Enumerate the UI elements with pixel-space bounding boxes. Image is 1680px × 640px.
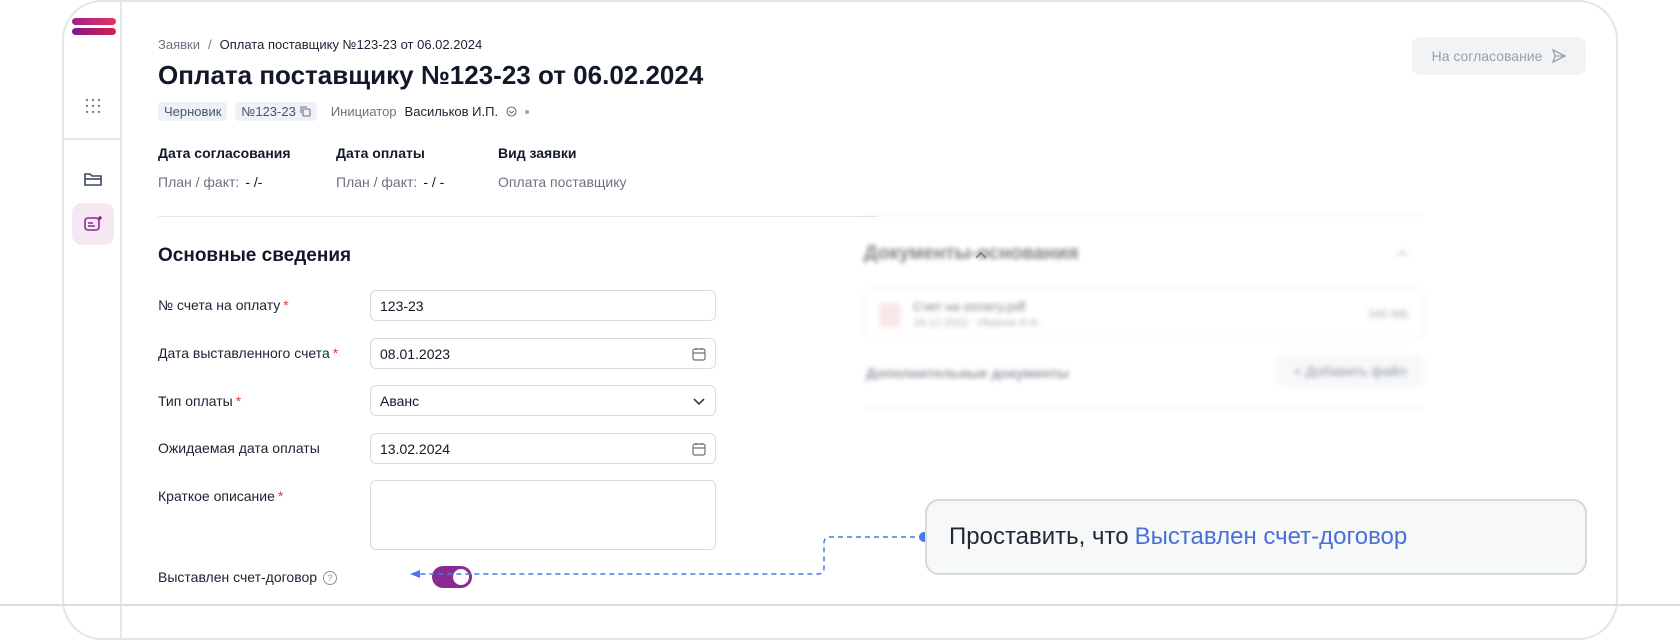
approval-date-value: - /-	[245, 174, 263, 190]
initiator-name: Васильков И.П.	[404, 104, 499, 119]
documents-divider	[864, 214, 1424, 215]
payment-date-block: Дата оплаты План / факт: - / -	[336, 145, 444, 190]
send-for-approval-button[interactable]: На согласование	[1412, 37, 1586, 75]
invoice-date-input[interactable]: 08.01.2023	[370, 338, 716, 369]
hint-tooltip: Проставить, что Выставлен счет-договор	[925, 499, 1587, 575]
invoice-date-label: Дата выставленного счета *	[158, 345, 339, 361]
calendar-icon[interactable]	[692, 442, 706, 456]
document-name: Счет на оплату.pdf	[913, 299, 1026, 314]
sidebar-divider	[64, 138, 120, 140]
chevron-down-icon	[693, 397, 705, 405]
document-card[interactable]: Счет на оплату.pdf 18.12.2022 · Иванов И…	[864, 288, 1424, 340]
tooltip-highlight: Выставлен счет-договор	[1134, 523, 1408, 550]
breadcrumb-separator: /	[207, 37, 212, 52]
chevron-up-icon[interactable]	[1394, 246, 1410, 262]
invoice-number-label: № счета на оплату *	[158, 297, 289, 313]
request-type-label: Вид заявки	[498, 145, 577, 161]
breadcrumb-root[interactable]: Заявки	[158, 37, 200, 52]
requests-icon[interactable]	[72, 203, 114, 245]
description-textarea[interactable]	[370, 480, 716, 550]
tooltip-prefix: Проставить, что	[949, 523, 1129, 550]
request-type-value: Оплата поставщику	[498, 174, 627, 190]
expected-date-input[interactable]: 13.02.2024	[370, 433, 716, 464]
copy-icon[interactable]	[300, 106, 311, 117]
main-info-title: Основные сведения	[158, 245, 352, 266]
status-badge: Черновик	[158, 102, 228, 121]
sidebar	[64, 2, 122, 638]
payment-date-plan-fact: План / факт:	[336, 174, 418, 190]
approval-date-block: Дата согласования План / факт: - /-	[158, 145, 291, 190]
additional-documents-toggle[interactable]: Дополнительные документы	[866, 365, 1069, 381]
brand-logo	[72, 18, 116, 36]
toggle-knob	[453, 569, 469, 585]
expected-date-label: Ожидаемая дата оплаты	[158, 440, 320, 456]
folder-icon[interactable]	[72, 158, 114, 200]
request-meta: Черновик №123-23 Инициатор Васильков И.П…	[158, 102, 530, 121]
send-icon	[1552, 49, 1567, 63]
breadcrumb-current: Оплата поставщику №123-23 от 06.02.2024	[219, 37, 483, 52]
documents-bottom-divider	[864, 408, 1424, 409]
payment-date-label: Дата оплаты	[336, 145, 425, 161]
page-title: Оплата поставщику №123-23 от 06.02.2024	[158, 60, 704, 90]
pdf-icon	[879, 303, 901, 327]
document-meta: 18.12.2022 · Иванов И.И.	[913, 317, 1041, 329]
payment-type-select[interactable]: Аванс	[370, 385, 716, 416]
breadcrumb: Заявки / Оплата поставщику №123-23 от 06.0…	[158, 37, 482, 52]
calendar-icon[interactable]	[692, 347, 706, 361]
invoice-contract-label: Выставлен счет-договор?	[158, 569, 338, 586]
help-icon[interactable]: ?	[323, 571, 338, 586]
apps-grid-icon[interactable]	[72, 85, 114, 127]
mail-icon[interactable]	[506, 106, 517, 117]
initiator-label: Инициатор	[330, 104, 397, 119]
add-file-button[interactable]: + Добавить файл	[1276, 355, 1424, 387]
number-badge[interactable]: №123-23	[235, 102, 317, 121]
online-dot	[525, 109, 530, 114]
request-type-block: Вид заявки Оплата поставщику	[498, 145, 627, 190]
invoice-number-input[interactable]: 123-23	[370, 290, 716, 321]
document-size: 345 МБ	[1367, 307, 1409, 321]
invoice-contract-toggle[interactable]	[432, 566, 472, 588]
documents-panel: Документы-основания Счет на оплату.pdf 1…	[864, 210, 1424, 420]
description-label: Краткое описание *	[158, 488, 284, 504]
payment-type-label: Тип оплаты *	[158, 393, 242, 409]
payment-date-value: - / -	[423, 174, 445, 190]
approval-date-plan-fact: План / факт:	[158, 174, 240, 190]
section-divider	[158, 216, 878, 217]
documents-title: Документы-основания	[864, 243, 1079, 264]
approval-date-label: Дата согласования	[158, 145, 291, 161]
